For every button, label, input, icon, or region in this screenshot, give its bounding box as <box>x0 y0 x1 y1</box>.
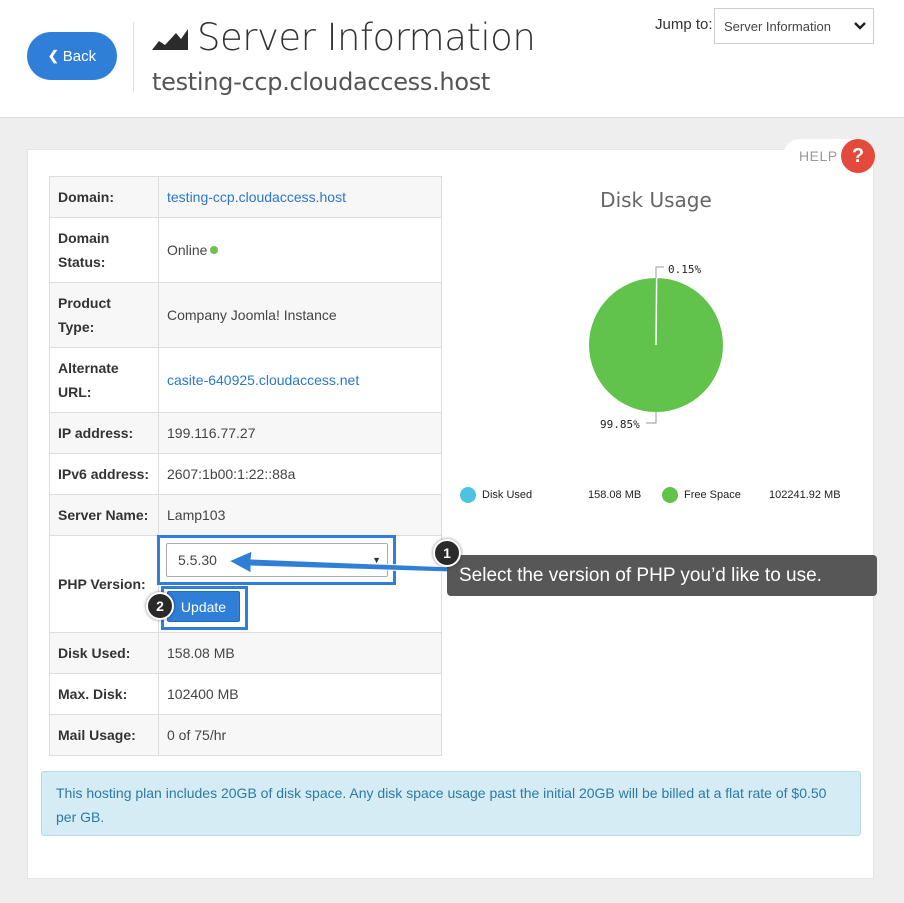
page-header: ❮ Back Server Information testing-ccp.cl… <box>0 0 904 118</box>
back-label: Back <box>62 47 97 65</box>
table-row: Server Name: Lamp103 <box>49 494 442 536</box>
label-leader-bottom <box>646 412 657 424</box>
alternate-url-link[interactable]: casite-640925.cloudaccess.net <box>167 372 359 388</box>
label-leader-top <box>655 266 664 278</box>
product-type-value: Company Joomla! Instance <box>158 282 442 348</box>
legend-disk-used-value: 158.08 MB <box>588 489 642 501</box>
row-label: Disk Used: <box>49 632 159 674</box>
step-1-badge: 1 <box>433 539 461 567</box>
table-row: Domain Status: Online <box>49 217 442 283</box>
jump-to-select[interactable]: Server Information <box>714 8 874 44</box>
legend-free-space-label: Free Space <box>684 489 741 501</box>
annotation-tooltip: Select the version of PHP you’d like to … <box>447 555 877 596</box>
legend-disk-used-swatch <box>460 487 476 503</box>
status-online-icon <box>210 246 219 254</box>
ipv6-address-value: 2607:1b00:1:22::88a <box>158 453 442 495</box>
highlight-php-select <box>157 535 396 585</box>
domain-status-value: Online <box>167 242 208 258</box>
pie-label-free-space: 99.85% <box>600 418 640 431</box>
table-row: IP address: 199.116.77.27 <box>49 412 442 454</box>
help-widget[interactable]: HELP ? <box>783 139 875 173</box>
pie-label-disk-used: 0.15% <box>668 263 702 276</box>
table-row: Disk Used: 158.08 MB <box>49 632 442 674</box>
chevron-down-icon <box>854 22 866 30</box>
jump-to-value: Server Information <box>724 18 831 34</box>
row-label: Domain Status: <box>49 217 159 283</box>
row-label: Max. Disk: <box>49 673 159 715</box>
legend-free-space-value: 102241.92 MB <box>769 489 841 501</box>
server-name-value: Lamp103 <box>158 494 442 536</box>
row-label: Server Name: <box>49 494 159 536</box>
page-subtitle: testing-ccp.cloudaccess.host <box>152 68 491 96</box>
highlight-update-button <box>161 586 248 630</box>
table-row: Max. Disk: 102400 MB <box>49 673 442 715</box>
page-title: Server Information <box>197 16 536 59</box>
header-divider <box>133 22 134 92</box>
chart-title: Disk Usage <box>600 188 712 212</box>
back-button[interactable]: ❮ Back <box>27 32 117 80</box>
table-row: Alternate URL: casite-640925.cloudaccess… <box>49 347 442 413</box>
table-row: Product Type: Company Joomla! Instance <box>49 282 442 348</box>
row-label: Alternate URL: <box>49 347 159 413</box>
row-label: Product Type: <box>49 282 159 348</box>
server-info-table: Domain: testing-ccp.cloudaccess.host Dom… <box>49 176 442 756</box>
legend-disk-used-label: Disk Used <box>482 489 533 501</box>
max-disk-value: 102400 MB <box>158 673 442 715</box>
table-row: IPv6 address: 2607:1b00:1:22::88a <box>49 453 442 495</box>
domain-link[interactable]: testing-ccp.cloudaccess.host <box>167 189 346 205</box>
disk-usage-pie <box>589 266 723 424</box>
mail-usage-value: 0 of 75/hr <box>158 714 442 756</box>
help-icon[interactable]: ? <box>841 139 875 173</box>
row-label: PHP Version: <box>49 535 159 633</box>
disk-used-value: 158.08 MB <box>158 632 442 674</box>
chevron-left-icon: ❮ <box>47 48 59 63</box>
row-label: IPv6 address: <box>49 453 159 495</box>
area-chart-icon <box>152 29 188 50</box>
step-2-badge: 2 <box>146 592 174 620</box>
legend-free-space-swatch <box>662 487 678 503</box>
ip-address-value: 199.116.77.27 <box>158 412 442 454</box>
row-label: Domain: <box>49 176 159 218</box>
table-row: Domain: testing-ccp.cloudaccess.host <box>49 176 442 218</box>
help-label: HELP <box>799 148 838 164</box>
table-row: Mail Usage: 0 of 75/hr <box>49 714 442 756</box>
pie-slice-disk-used <box>655 277 658 346</box>
jump-to-label: Jump to: <box>655 16 713 33</box>
row-label: IP address: <box>49 412 159 454</box>
billing-notice: This hosting plan includes 20GB of disk … <box>41 771 861 836</box>
row-label: Mail Usage: <box>49 714 159 756</box>
